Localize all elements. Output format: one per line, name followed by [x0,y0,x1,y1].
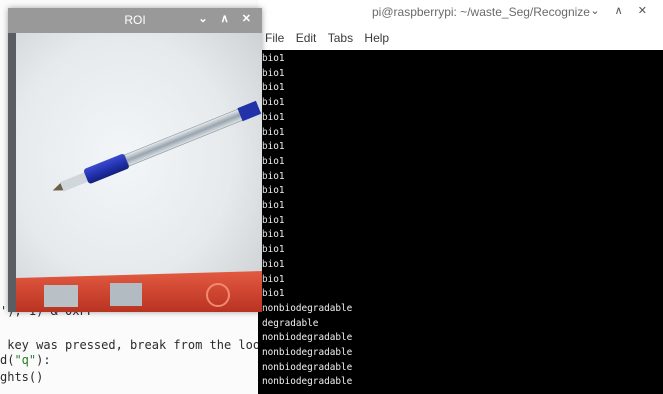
terminal-line: bio1 [262,214,285,226]
terminal-line: nonbiodegradable [262,332,353,344]
code-line-call: ghts() [0,370,44,384]
terminal-line: bio1 [262,244,285,256]
terminal-line: bio1 [262,97,285,109]
terminal-lines: bio1 bio1 bio1 bio1 bio1 bio1 bio1 bio1 bio1 bio1… [262,52,352,390]
code-line-comment: key was pressed, break from the loop [0,338,268,352]
camera-feed [8,33,262,312]
frame-edge [8,33,16,312]
code-line-condition: d("q"): [0,353,51,367]
terminal-line: bio1 [262,258,285,270]
terminal-line: nonbiodegradable [262,361,353,373]
qr-sticker [110,283,142,306]
terminal-line: bio1 [262,53,285,64]
terminal-line: degradable [262,317,319,329]
terminal-line: bio1 [262,111,285,123]
terminal-line: bio1 [262,170,285,182]
terminal-line: bio1 [262,273,285,285]
terminal-line: bio1 [262,155,285,167]
roi-window-controls[interactable]: ⌄ ∧ ✕ [198,12,256,25]
terminal-line: bio1 [262,185,285,197]
window-controls[interactable]: ⌄ ∧ ✕ [590,4,653,17]
menu-edit[interactable]: Edit [296,31,317,45]
pen [52,100,262,192]
terminal-window: pi@raspberrypi: ~/waste_Seg/Recognize ⌄ … [258,0,663,394]
terminal-line: bio1 [262,126,285,138]
terminal-menu-bar: File Edit Tabs Help [258,28,663,50]
terminal-line: nonbiodegradable [262,302,353,314]
camera-frame-image [8,33,262,312]
qr-sticker [44,285,78,307]
terminal-output[interactable]: bio1 bio1 bio1 bio1 bio1 bio1 bio1 bio1 bio1 bio1… [258,50,663,394]
roi-title-bar[interactable]: ROI ⌄ ∧ ✕ [8,8,262,33]
terminal-title: pi@raspberrypi: ~/waste_Seg/Recognize [372,5,590,19]
terminal-line: bio1 [262,141,285,153]
terminal-line: bio1 [262,200,285,212]
terminal-line: bio1 [262,82,285,94]
terminal-line: bio1 [262,229,285,241]
menu-help[interactable]: Help [364,31,389,45]
terminal-line: bio1 [262,288,285,300]
menu-file[interactable]: File [265,31,284,45]
terminal-line: bio1 [262,67,285,79]
menu-tabs[interactable]: Tabs [328,31,353,45]
terminal-title-bar[interactable]: pi@raspberrypi: ~/waste_Seg/Recognize ⌄ … [258,0,663,28]
terminal-line: nonbiodegradable [262,376,353,388]
terminal-line: nonbiodegradable [262,347,353,359]
roi-window: ROI ⌄ ∧ ✕ [8,8,262,312]
